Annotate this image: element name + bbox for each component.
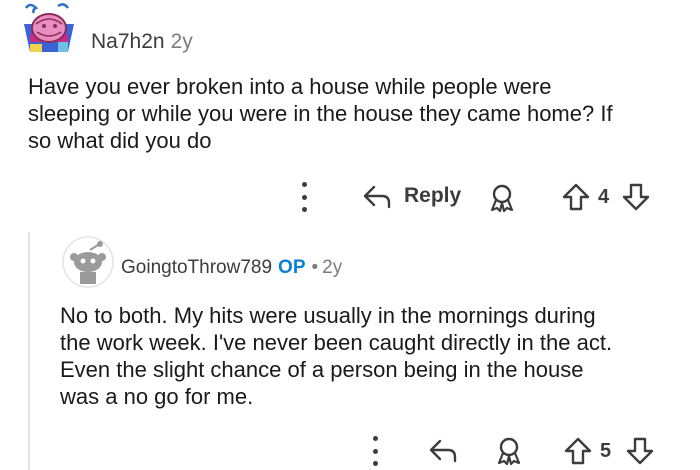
comment-line: sleeping or while you were in the house … (28, 101, 613, 126)
upvote-icon[interactable] (561, 182, 591, 212)
username[interactable]: GoingtoThrow789 (121, 257, 272, 278)
thread-line[interactable] (28, 232, 30, 470)
username[interactable]: Na7h2n (91, 30, 165, 53)
comment-author[interactable]: Na7h2n 2y (91, 30, 193, 54)
reply-icon[interactable] (362, 184, 392, 210)
separator: • (311, 257, 319, 278)
vote-count: 5 (600, 440, 612, 462)
reply-button[interactable]: Reply (404, 184, 461, 208)
reply-icon[interactable] (428, 438, 458, 464)
comment-line: the work week. I've never been caught di… (60, 330, 613, 355)
comment-age: 2y (322, 257, 343, 278)
more-options-icon[interactable] (297, 182, 311, 212)
comment-body: No to both. My hits were usually in the … (60, 302, 612, 410)
avatar[interactable] (62, 236, 114, 288)
award-icon[interactable] (494, 436, 524, 466)
comment-line: No to both. My hits were usually in the … (60, 303, 596, 328)
comment-age: 2y (170, 30, 193, 53)
comment-line: Even the slight chance of a person being… (60, 357, 584, 382)
upvote-icon[interactable] (563, 436, 593, 466)
downvote-icon[interactable] (625, 436, 655, 466)
award-icon[interactable] (487, 183, 517, 213)
avatar[interactable] (18, 2, 80, 60)
more-options-icon[interactable] (368, 436, 382, 466)
comment-line: was a no go for me. (60, 384, 254, 409)
comment-body: Have you ever broken into a house while … (28, 73, 613, 154)
comment-line: so what did you do (28, 128, 212, 153)
downvote-icon[interactable] (621, 182, 651, 212)
comment-author[interactable]: GoingtoThrow789 OP • 2y (121, 257, 342, 279)
vote-count: 4 (598, 186, 610, 208)
comment-line: Have you ever broken into a house while … (28, 74, 552, 99)
op-badge: OP (278, 257, 306, 278)
